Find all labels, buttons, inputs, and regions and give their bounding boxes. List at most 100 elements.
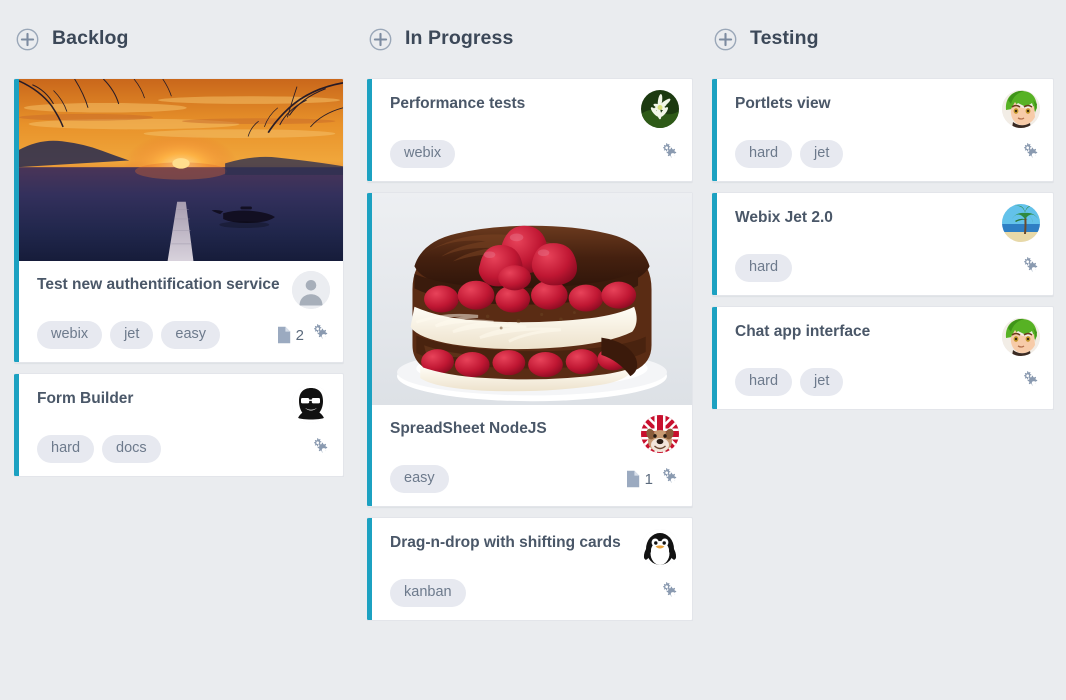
- gears-icon[interactable]: [660, 467, 679, 491]
- card-tag[interactable]: hard: [735, 140, 793, 168]
- card-bottom-row: hard jet: [735, 140, 1040, 168]
- avatar[interactable]: [641, 90, 679, 128]
- card-tag[interactable]: jet: [800, 368, 844, 396]
- board-column-backlog: Backlog Test new authentification service…: [0, 0, 355, 700]
- card-top-row: Form Builder: [37, 385, 330, 424]
- card-top-row: SpreadSheet NodeJS: [390, 415, 679, 454]
- card-tag-list: webix: [390, 140, 650, 168]
- card-tag-list: kanban: [390, 579, 650, 607]
- card-tag[interactable]: jet: [800, 140, 844, 168]
- kanban-card[interactable]: Form Builder hard docs: [14, 373, 344, 478]
- gears-icon[interactable]: [660, 142, 679, 161]
- document-icon: [626, 470, 640, 488]
- card-title: Portlets view: [735, 95, 831, 112]
- gears-icon[interactable]: [660, 581, 679, 600]
- column-header-in-progress: In Progress: [367, 0, 693, 78]
- card-title: Webix Jet 2.0: [735, 209, 833, 226]
- sunset-lake-pier-image: [19, 79, 343, 262]
- avatar[interactable]: [641, 529, 679, 568]
- card-title: Test new authentification service: [37, 276, 280, 294]
- add-card-button-testing[interactable]: [714, 28, 737, 51]
- card-body: SpreadSheet NodeJS easy 1: [372, 405, 692, 506]
- column-header-testing: Testing: [712, 0, 1054, 78]
- attachment-count-label: 1: [644, 470, 653, 488]
- column-card-list: Performance tests webix SpreadSheet NodeJS…: [367, 78, 693, 622]
- card-tag-list: hard: [735, 254, 1011, 282]
- column-title: Backlog: [52, 27, 129, 50]
- kanban-card[interactable]: Chat app interface hard jet: [712, 306, 1054, 410]
- card-cover-image: [372, 193, 692, 406]
- card-tag-list: hard jet: [735, 368, 1011, 396]
- card-tag[interactable]: kanban: [390, 579, 466, 607]
- card-body: Performance tests webix: [372, 79, 692, 181]
- card-tag[interactable]: hard: [735, 368, 793, 396]
- add-card-button-backlog[interactable]: [16, 28, 39, 51]
- document-icon: [626, 470, 639, 488]
- chocolate-strawberry-cake-image: [372, 193, 692, 406]
- card-body: Portlets view hard jet: [717, 79, 1053, 181]
- card-bottom-row: hard jet: [735, 368, 1040, 396]
- card-meta: [1011, 370, 1040, 394]
- gears-icon[interactable]: [660, 467, 679, 486]
- gears-icon[interactable]: [660, 142, 679, 166]
- card-top-row: Test new authentification service: [37, 271, 330, 310]
- card-tag[interactable]: webix: [37, 321, 103, 349]
- card-top-row: Webix Jet 2.0: [735, 204, 1040, 242]
- avatar[interactable]: [292, 271, 330, 310]
- gears-icon[interactable]: [311, 323, 330, 347]
- board-column-in-progress: In Progress Performance tests webix SpreadS…: [355, 0, 703, 700]
- card-bottom-row: easy 1: [390, 465, 679, 493]
- card-bottom-row: hard docs: [37, 435, 330, 463]
- attachment-count[interactable]: 1: [626, 470, 653, 488]
- card-tag[interactable]: easy: [390, 465, 449, 493]
- kanban-card[interactable]: Drag-n-drop with shifting cards kanban: [367, 517, 693, 622]
- card-bottom-row: hard: [735, 254, 1040, 282]
- kanban-card[interactable]: Test new authentification service webix je…: [14, 78, 344, 364]
- add-card-button-in-progress[interactable]: [369, 28, 392, 51]
- avatar[interactable]: [1002, 204, 1040, 242]
- kanban-card[interactable]: SpreadSheet NodeJS easy 1: [367, 192, 693, 508]
- document-icon: [277, 326, 290, 344]
- card-tag-list: hard jet: [735, 140, 1011, 168]
- column-header-backlog: Backlog: [14, 0, 344, 78]
- gears-icon[interactable]: [1021, 256, 1040, 275]
- card-meta: [1011, 256, 1040, 280]
- gears-icon[interactable]: [311, 323, 330, 342]
- gears-icon[interactable]: [660, 581, 679, 605]
- gears-icon[interactable]: [1021, 142, 1040, 161]
- gears-icon[interactable]: [1021, 142, 1040, 166]
- card-body: Chat app interface hard jet: [717, 307, 1053, 409]
- card-title: Drag-n-drop with shifting cards: [390, 534, 621, 552]
- column-card-list: Portlets view hard jet Webix Jet 2.0 hard Cha…: [712, 78, 1054, 410]
- card-body: Form Builder hard docs: [19, 374, 343, 476]
- card-bottom-row: webix jet easy 2: [37, 321, 330, 349]
- card-tag[interactable]: docs: [102, 435, 161, 463]
- card-title: Performance tests: [390, 95, 526, 112]
- avatar[interactable]: [1002, 90, 1040, 128]
- kanban-board: Backlog Test new authentification service…: [0, 0, 1066, 700]
- board-column-testing: Testing Portlets view hard jet Webix Jet 2.0…: [703, 0, 1066, 700]
- kanban-card[interactable]: Portlets view hard jet: [712, 78, 1054, 182]
- kanban-card[interactable]: Webix Jet 2.0 hard: [712, 192, 1054, 296]
- card-title: Chat app interface: [735, 323, 871, 340]
- avatar[interactable]: [292, 385, 330, 424]
- card-tag[interactable]: jet: [110, 321, 154, 349]
- gears-icon[interactable]: [1021, 370, 1040, 394]
- plus-circle-icon: [16, 28, 39, 50]
- attachment-count[interactable]: 2: [277, 326, 304, 344]
- card-bottom-row: kanban: [390, 579, 679, 607]
- gears-icon[interactable]: [1021, 256, 1040, 280]
- avatar[interactable]: [641, 415, 679, 454]
- card-tag-list: hard docs: [37, 435, 301, 463]
- card-top-row: Chat app interface: [735, 318, 1040, 356]
- avatar[interactable]: [1002, 318, 1040, 356]
- card-tag[interactable]: easy: [161, 321, 221, 349]
- kanban-card[interactable]: Performance tests webix: [367, 78, 693, 182]
- gears-icon[interactable]: [311, 437, 330, 461]
- plus-circle-icon: [714, 28, 737, 50]
- gears-icon[interactable]: [1021, 370, 1040, 389]
- card-tag[interactable]: webix: [390, 140, 456, 168]
- gears-icon[interactable]: [311, 437, 330, 456]
- card-tag[interactable]: hard: [37, 435, 95, 463]
- card-tag[interactable]: hard: [735, 254, 793, 282]
